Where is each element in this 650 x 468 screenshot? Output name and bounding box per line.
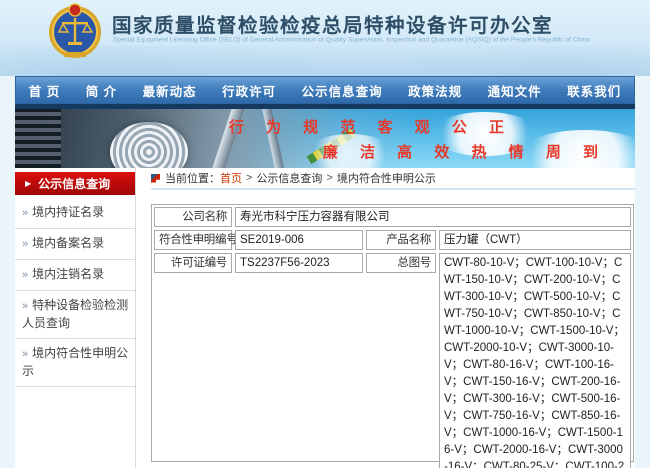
nav-item-news[interactable]: 最新动态 — [143, 81, 197, 100]
site-header: 国家质量监督检验检疫总局特种设备许可办公室 Special Equipment … — [0, 0, 650, 76]
conformity-declaration-table: 公司名称 寿光市科宁压力容器有限公司 符合性申明编号 SE2019-006 产品… — [151, 204, 634, 462]
sidebar-item-label: 特种设备检验检测人员查询 — [22, 298, 128, 330]
sidebar-item-domestic-license-list[interactable]: » 境内持证名录 — [15, 198, 135, 229]
sidebar-item-domestic-cancel-list[interactable]: » 境内注销名录 — [15, 260, 135, 291]
site-subtitle-english: Special Equipment Licensing Office (SELO… — [113, 36, 590, 43]
breadcrumb-separator: > — [246, 172, 252, 184]
sidebar-header-label: 公示信息查询 — [38, 175, 110, 192]
double-arrow-icon: » — [22, 348, 28, 360]
company-name-label: 公司名称 — [154, 207, 232, 227]
sidebar-item-label: 境内备案名录 — [32, 236, 104, 250]
breadcrumb-current-page: 境内符合性申明公示 — [337, 170, 436, 186]
general-drawing-number-label: 总图号 — [366, 253, 436, 273]
double-arrow-icon: » — [22, 300, 28, 312]
breadcrumb-link-public-info-query[interactable]: 公示信息查询 — [256, 170, 322, 186]
sidebar-item-conformity-declaration[interactable]: »境内符合性申明公示 — [15, 339, 135, 387]
double-arrow-icon: » — [22, 207, 28, 219]
product-name-label: 产品名称 — [366, 230, 436, 250]
license-number-value: TS2237F56-2023 — [235, 253, 363, 273]
triangle-bullet-icon: ▶ — [25, 179, 31, 188]
general-drawing-number-value: CWT-80-10-V；CWT-100-10-V；CWT-150-10-V；CW… — [439, 253, 631, 468]
banner-top-strip — [15, 104, 635, 109]
content-area: 当前位置： 首页 > 公示信息查询 > 境内符合性申明公示 公司名称 寿光市科宁… — [136, 168, 635, 468]
site-title: 国家质量监督检验检疫总局特种设备许可办公室 — [112, 9, 553, 38]
breadcrumb: 当前位置： 首页 > 公示信息查询 > 境内符合性申明公示 — [151, 168, 635, 190]
slogan-banner: 行 为 规 范 客 观 公 正 廉 洁 高 效 热 情 周 到 — [15, 104, 635, 168]
breadcrumb-separator: > — [326, 172, 332, 184]
sidebar-item-label: 境内持证名录 — [32, 205, 104, 219]
nav-item-licensing[interactable]: 行政许可 — [222, 81, 276, 100]
sidebar-header-public-info-query[interactable]: ▶ 公示信息查询 — [15, 172, 135, 195]
nav-item-policies[interactable]: 政策法规 — [408, 81, 462, 100]
declaration-number-value: SE2019-006 — [235, 230, 363, 250]
declaration-number-label: 符合性申明编号 — [154, 230, 232, 250]
nav-item-intro[interactable]: 简 介 — [86, 81, 117, 100]
main-nav: 首 页 简 介 最新动态 行政许可 公示信息查询 政策法规 通知文件 联系我们 — [15, 76, 635, 104]
sidebar-menu: »境内持证名录 »境内备案名录 »境内注销名录 »特种设备检验检测人员查询 »境… — [15, 198, 135, 387]
sidebar-item-label: 境内符合性申明公示 — [22, 346, 128, 378]
breadcrumb-link-home[interactable]: 首页 — [220, 170, 242, 186]
double-arrow-icon: » — [22, 269, 28, 281]
breadcrumb-prefix: 当前位置： — [165, 170, 220, 186]
location-icon — [151, 174, 160, 183]
selo-emblem-logo — [46, 2, 104, 60]
nav-item-notices[interactable]: 通知文件 — [488, 81, 542, 100]
company-name-value: 寿光市科宁压力容器有限公司 — [235, 207, 631, 227]
nav-item-home[interactable]: 首 页 — [29, 81, 60, 100]
sidebar-item-inspector-query[interactable]: »特种设备检验检测人员查询 — [15, 291, 135, 339]
license-number-label: 许可证编号 — [154, 253, 232, 273]
page: 国家质量监督检验检疫总局特种设备许可办公室 Special Equipment … — [0, 0, 650, 468]
sidebar-item-domestic-record-list[interactable]: » 境内备案名录 — [15, 229, 135, 260]
industrial-tower-decor — [15, 109, 61, 168]
slogan-line-1: 行 为 规 范 客 观 公 正 — [229, 116, 513, 137]
nav-item-contact[interactable]: 联系我们 — [567, 81, 621, 100]
double-arrow-icon: » — [22, 238, 28, 250]
nav-item-public-info-query[interactable]: 公示信息查询 — [302, 81, 383, 100]
product-name-value: 压力罐（CWT） — [439, 230, 631, 250]
sidebar: ▶ 公示信息查询 »境内持证名录 »境内备案名录 »境内注销名录 »特种设备检验… — [15, 168, 136, 468]
sidebar-item-label: 境内注销名录 — [32, 267, 104, 281]
slogan-line-2: 廉 洁 高 效 热 情 周 到 — [323, 141, 607, 162]
main-area: ▶ 公示信息查询 »境内持证名录 »境内备案名录 »境内注销名录 »特种设备检验… — [15, 168, 635, 468]
